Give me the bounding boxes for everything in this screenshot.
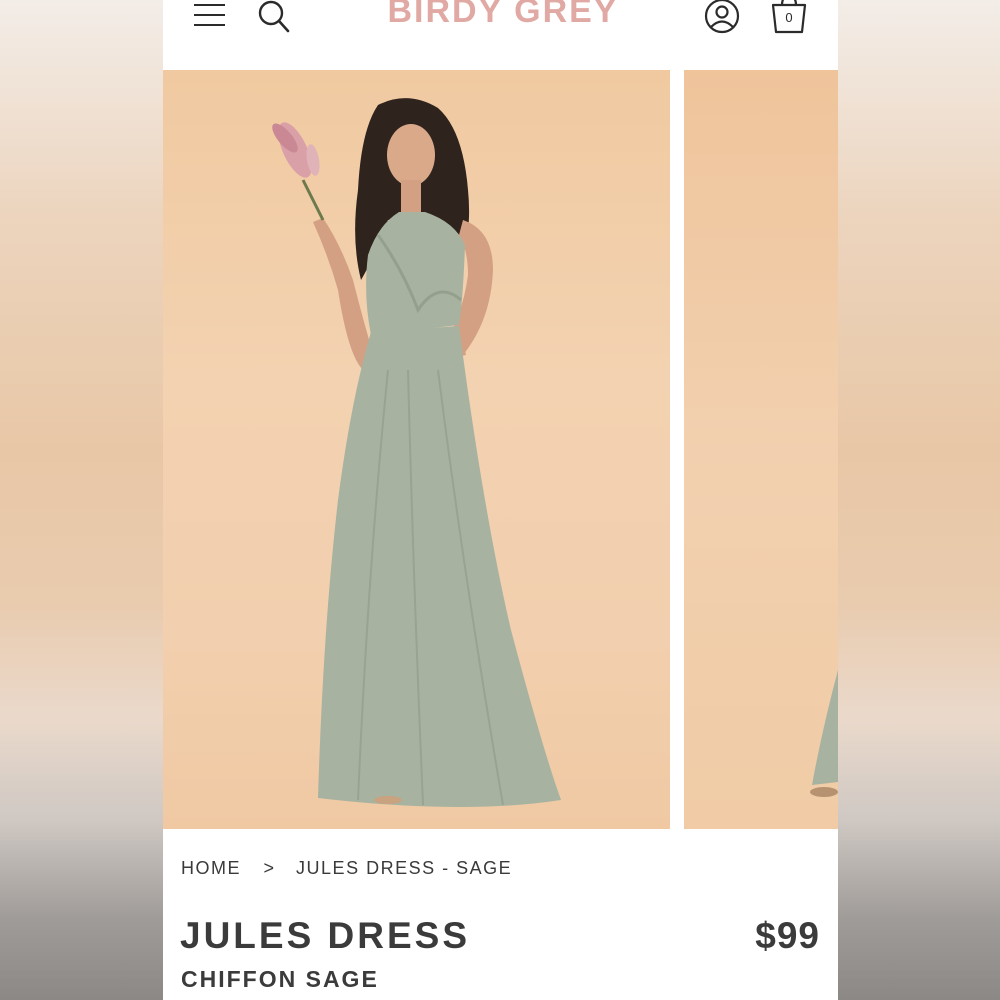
site-header: BIRDY GREY 0: [163, 0, 838, 70]
blurred-backdrop-left: [0, 0, 163, 1000]
next-product-image[interactable]: [684, 70, 838, 829]
user-account-icon[interactable]: [703, 0, 741, 36]
breadcrumb-home-link[interactable]: HOME: [181, 858, 241, 879]
breadcrumb: HOME > JULES DRESS - SAGE: [181, 858, 512, 879]
brand-logo[interactable]: BIRDY GREY: [363, 0, 643, 31]
next-photo: [810, 670, 838, 797]
search-icon[interactable]: [257, 0, 293, 34]
mobile-screen: BIRDY GREY 0 HOME > JULES DRESS - SAGE J…: [163, 0, 838, 1000]
product-image-gallery[interactable]: [163, 70, 838, 830]
blurred-backdrop-right: [838, 0, 1000, 1000]
product-price: $99: [755, 915, 820, 956]
cart-count-badge: 0: [785, 10, 793, 25]
hamburger-menu-icon[interactable]: [194, 2, 226, 28]
breadcrumb-separator: >: [263, 858, 276, 878]
breadcrumb-current: JULES DRESS - SAGE: [296, 858, 513, 878]
product-variant: CHIFFON SAGE: [181, 966, 379, 992]
product-title: JULES DRESS: [180, 915, 471, 956]
model-in-sage-halter-dress[interactable]: [163, 70, 670, 829]
product-photo: [272, 98, 561, 808]
shopping-bag-icon[interactable]: 0: [767, 0, 811, 36]
